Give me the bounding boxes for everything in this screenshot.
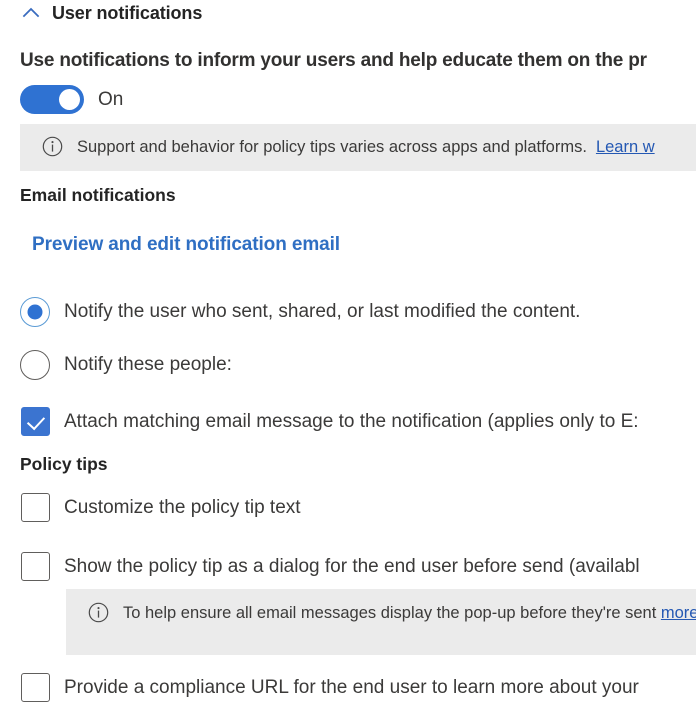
radio-notify-these-people-label: Notify these people:: [64, 354, 232, 376]
info-circle-icon: [88, 602, 109, 623]
preview-and-edit-notification-email-link[interactable]: Preview and edit notification email: [32, 234, 340, 256]
checkbox-compliance-url-row[interactable]: Provide a compliance URL for the end use…: [21, 673, 639, 702]
email-notifications-heading: Email notifications: [20, 185, 176, 206]
chevron-up-icon[interactable]: [20, 2, 42, 24]
dialog-info-message: To help ensure all email messages displa…: [123, 604, 656, 622]
checkbox-attach-email-input[interactable]: [21, 407, 50, 436]
checkbox-show-policy-tip-dialog-label: Show the policy tip as a dialog for the …: [64, 556, 640, 578]
user-notifications-toggle[interactable]: [20, 85, 84, 114]
checkbox-compliance-url-input[interactable]: [21, 673, 50, 702]
page-title: User notifications: [52, 3, 202, 24]
radio-notify-these-people-input[interactable]: [20, 350, 50, 380]
info-bar-text: Support and behavior for policy tips var…: [77, 135, 655, 161]
learn-more-link[interactable]: more: [661, 604, 696, 622]
user-notifications-panel: User notifications Use notifications to …: [0, 0, 696, 712]
info-bar-message: Support and behavior for policy tips var…: [77, 138, 587, 156]
checkbox-attach-email-label: Attach matching email message to the not…: [64, 411, 639, 433]
checkbox-show-policy-tip-dialog-input[interactable]: [21, 552, 50, 581]
info-circle-icon: [42, 136, 63, 157]
toggle-state-label: On: [98, 89, 123, 111]
toggle-knob: [59, 89, 80, 110]
checkbox-customize-policy-tip-input[interactable]: [21, 493, 50, 522]
radio-notify-sender-input[interactable]: [20, 297, 50, 327]
policy-tip-dialog-info-bar: To help ensure all email messages displa…: [66, 589, 696, 655]
policy-tips-heading: Policy tips: [20, 454, 108, 475]
checkbox-customize-policy-tip-row[interactable]: Customize the policy tip text: [21, 493, 301, 522]
dialog-info-text: To help ensure all email messages displa…: [123, 601, 696, 627]
section-header[interactable]: User notifications: [20, 2, 202, 24]
checkbox-customize-policy-tip-label: Customize the policy tip text: [64, 497, 301, 519]
learn-more-link[interactable]: Learn w: [596, 138, 655, 156]
radio-notify-sender-row[interactable]: Notify the user who sent, shared, or las…: [20, 297, 580, 327]
checkbox-show-policy-tip-dialog-row[interactable]: Show the policy tip as a dialog for the …: [21, 552, 640, 581]
section-description: Use notifications to inform your users a…: [20, 50, 647, 72]
radio-notify-sender-label: Notify the user who sent, shared, or las…: [64, 301, 580, 323]
user-notifications-toggle-row[interactable]: On: [20, 85, 123, 114]
policy-tips-support-info-bar: Support and behavior for policy tips var…: [20, 124, 696, 171]
radio-notify-these-people-row[interactable]: Notify these people:: [20, 350, 232, 380]
checkbox-attach-email-row[interactable]: Attach matching email message to the not…: [21, 407, 639, 436]
checkbox-compliance-url-label: Provide a compliance URL for the end use…: [64, 677, 639, 699]
